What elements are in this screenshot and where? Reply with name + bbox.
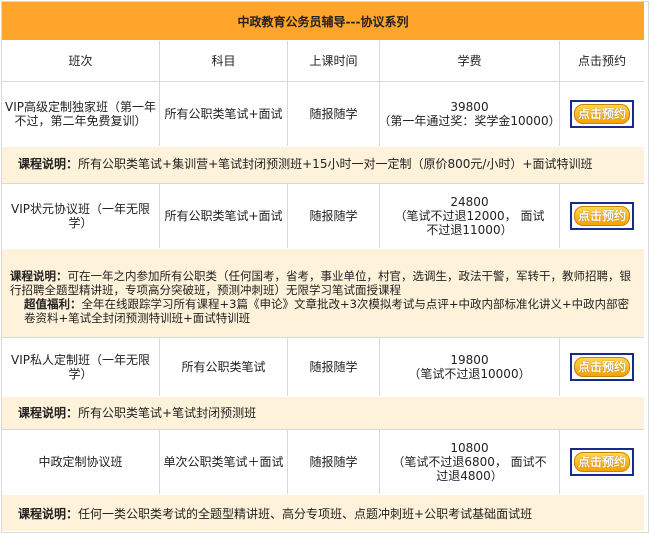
header-time: 上课时间 bbox=[288, 41, 380, 81]
class-name: VIP私人定制班（一年无限学） bbox=[2, 338, 160, 396]
benefit-label: 超值福利： bbox=[24, 297, 82, 311]
book-cell: 点击预约 bbox=[560, 184, 644, 248]
class-name: VIP状元协议班（一年无限学） bbox=[2, 184, 160, 248]
header-book: 点击预约 bbox=[577, 54, 626, 68]
book-cell: 点击预约 bbox=[560, 430, 644, 494]
fee-terms: （笔试不过退12000， 面试不过退11000） bbox=[394, 209, 545, 237]
table-row: VIP私人定制班（一年无限学） 所有公职类笔试 随报随学 19800 （笔试不过… bbox=[2, 338, 644, 396]
book-button-label: 点击预约 bbox=[574, 452, 630, 472]
course-note: 课程说明：可在一年之内参加所有公职类（任何国考，省考，事业单位，村官，选调生，政… bbox=[2, 249, 644, 337]
header-subject: 科目 bbox=[160, 41, 288, 81]
subject: 所有公职类笔试+面试 bbox=[160, 184, 288, 248]
fee-terms: （笔试不过退6800， 面试不过退4800） bbox=[392, 455, 547, 483]
class-time: 随报随学 bbox=[288, 82, 380, 146]
fee: 24800 （笔试不过退12000， 面试不过退11000） bbox=[380, 184, 560, 248]
book-button-label: 点击预约 bbox=[574, 206, 630, 226]
book-button[interactable]: 点击预约 bbox=[570, 353, 634, 381]
table-row: VIP高级定制独家班（第一年不过，第二年免费复训） 所有公职类笔试+面试 随报随… bbox=[2, 82, 644, 146]
class-name: 中政定制协议班 bbox=[2, 430, 160, 494]
subject: 所有公职类笔试 bbox=[160, 338, 288, 396]
fee-amount: 24800 bbox=[450, 195, 489, 209]
fee: 10800 （笔试不过退6800， 面试不过退4800） bbox=[380, 430, 560, 494]
book-button[interactable]: 点击预约 bbox=[570, 202, 634, 230]
benefit-text: 全年在线跟踪学习所有课程+3篇《申论》文章批改+3次模拟考试与点评+中政内部标准… bbox=[24, 297, 630, 325]
note-label: 课程说明： bbox=[18, 507, 79, 521]
course-note: 课程说明：所有公职类笔试+集训营+笔试封闭预测班+15小时一对一定制（原价800… bbox=[2, 147, 644, 183]
fee-amount: 10800 bbox=[450, 441, 489, 455]
fee-terms: （笔试不过退10000） bbox=[408, 367, 531, 381]
class-name: VIP高级定制独家班（第一年不过，第二年免费复训） bbox=[2, 82, 160, 146]
book-cell: 点击预约 bbox=[560, 82, 644, 146]
note-label: 课程说明： bbox=[10, 269, 68, 283]
table-title: 中政教育公务员辅导---协议系列 bbox=[2, 2, 644, 40]
note-text: 所有公职类笔试+集训营+笔试封闭预测班+15小时一对一定制（原价800元/小时）… bbox=[78, 157, 593, 171]
note-text: 任何一类公职类考试的全题型精讲班、高分专项班、点题冲刺班+公职考试基础面试班 bbox=[78, 507, 533, 521]
book-button-label: 点击预约 bbox=[574, 357, 630, 377]
note-label: 课程说明： bbox=[18, 406, 79, 420]
fee-terms: （第一年通过奖：奖学金10000） bbox=[378, 114, 561, 128]
subject: 所有公职类笔试+面试 bbox=[160, 82, 288, 146]
note-label: 课程说明： bbox=[18, 157, 79, 171]
table-row: 中政定制协议班 单次公职类笔试＋面试 随报随学 10800 （笔试不过退6800… bbox=[2, 430, 644, 494]
class-time: 随报随学 bbox=[288, 430, 380, 494]
fee-amount: 39800 bbox=[450, 100, 489, 114]
class-time: 随报随学 bbox=[288, 184, 380, 248]
book-button[interactable]: 点击预约 bbox=[570, 100, 634, 128]
subject: 单次公职类笔试＋面试 bbox=[160, 430, 288, 494]
book-button-label: 点击预约 bbox=[574, 104, 630, 124]
header-fee: 学费 bbox=[380, 41, 560, 81]
header-class: 班次 bbox=[2, 41, 160, 81]
fee: 19800 （笔试不过退10000） bbox=[380, 338, 560, 396]
note-text: 可在一年之内参加所有公职类（任何国考，省考，事业单位，村官，选调生，政法干警，军… bbox=[10, 269, 631, 297]
course-note: 课程说明：任何一类公职类考试的全题型精讲班、高分专项班、点题冲刺班+公职考试基础… bbox=[2, 495, 644, 531]
course-note: 课程说明：所有公职类笔试+笔试封闭预测班 bbox=[2, 397, 644, 429]
table-row: VIP状元协议班（一年无限学） 所有公职类笔试+面试 随报随学 24800 （笔… bbox=[2, 184, 644, 248]
fee-amount: 19800 bbox=[450, 353, 489, 367]
fee: 39800 （第一年通过奖：奖学金10000） bbox=[378, 82, 561, 146]
note-text: 所有公职类笔试+笔试封闭预测班 bbox=[78, 406, 257, 420]
book-cell: 点击预约 bbox=[560, 338, 644, 396]
table-header-row: 班次 科目 上课时间 学费 点击预约 bbox=[2, 41, 644, 81]
book-button[interactable]: 点击预约 bbox=[570, 448, 634, 476]
class-time: 随报随学 bbox=[288, 338, 380, 396]
